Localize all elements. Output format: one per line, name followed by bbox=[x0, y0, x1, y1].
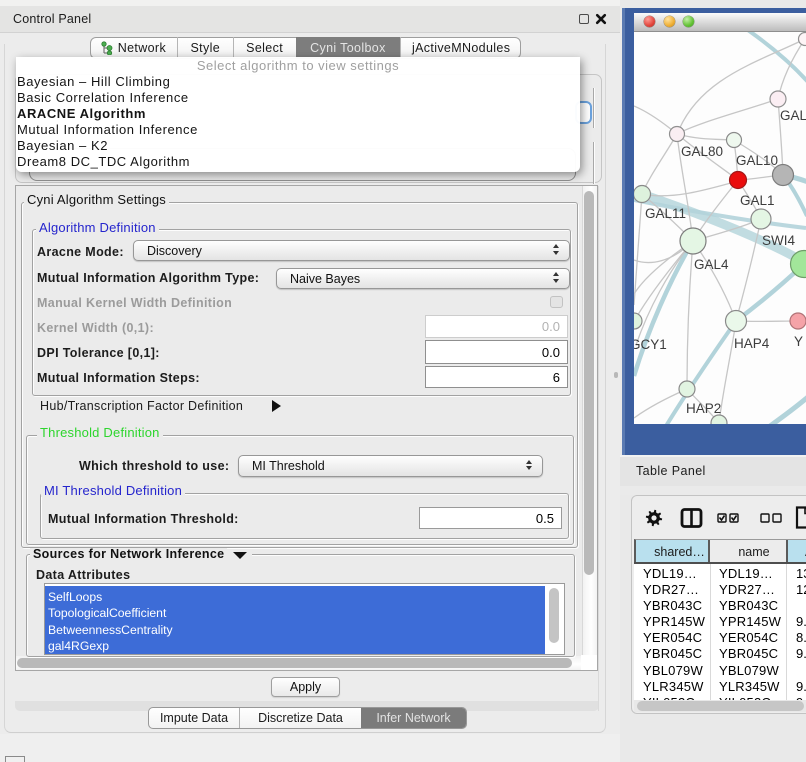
svg-text:GAL11: GAL11 bbox=[645, 206, 686, 221]
svg-text:SWI4: SWI4 bbox=[762, 233, 795, 248]
svg-text:Y: Y bbox=[794, 334, 803, 349]
svg-text:GAL4: GAL4 bbox=[694, 257, 729, 272]
svg-text:GAL10: GAL10 bbox=[736, 153, 778, 168]
svg-text:GAL1: GAL1 bbox=[740, 193, 775, 208]
svg-text:GAL: GAL bbox=[780, 108, 806, 123]
svg-text:GAL80: GAL80 bbox=[681, 144, 723, 159]
svg-text:HAP4: HAP4 bbox=[734, 336, 770, 351]
svg-text:GCY1: GCY1 bbox=[634, 337, 667, 352]
svg-text:HAP2: HAP2 bbox=[686, 401, 721, 416]
